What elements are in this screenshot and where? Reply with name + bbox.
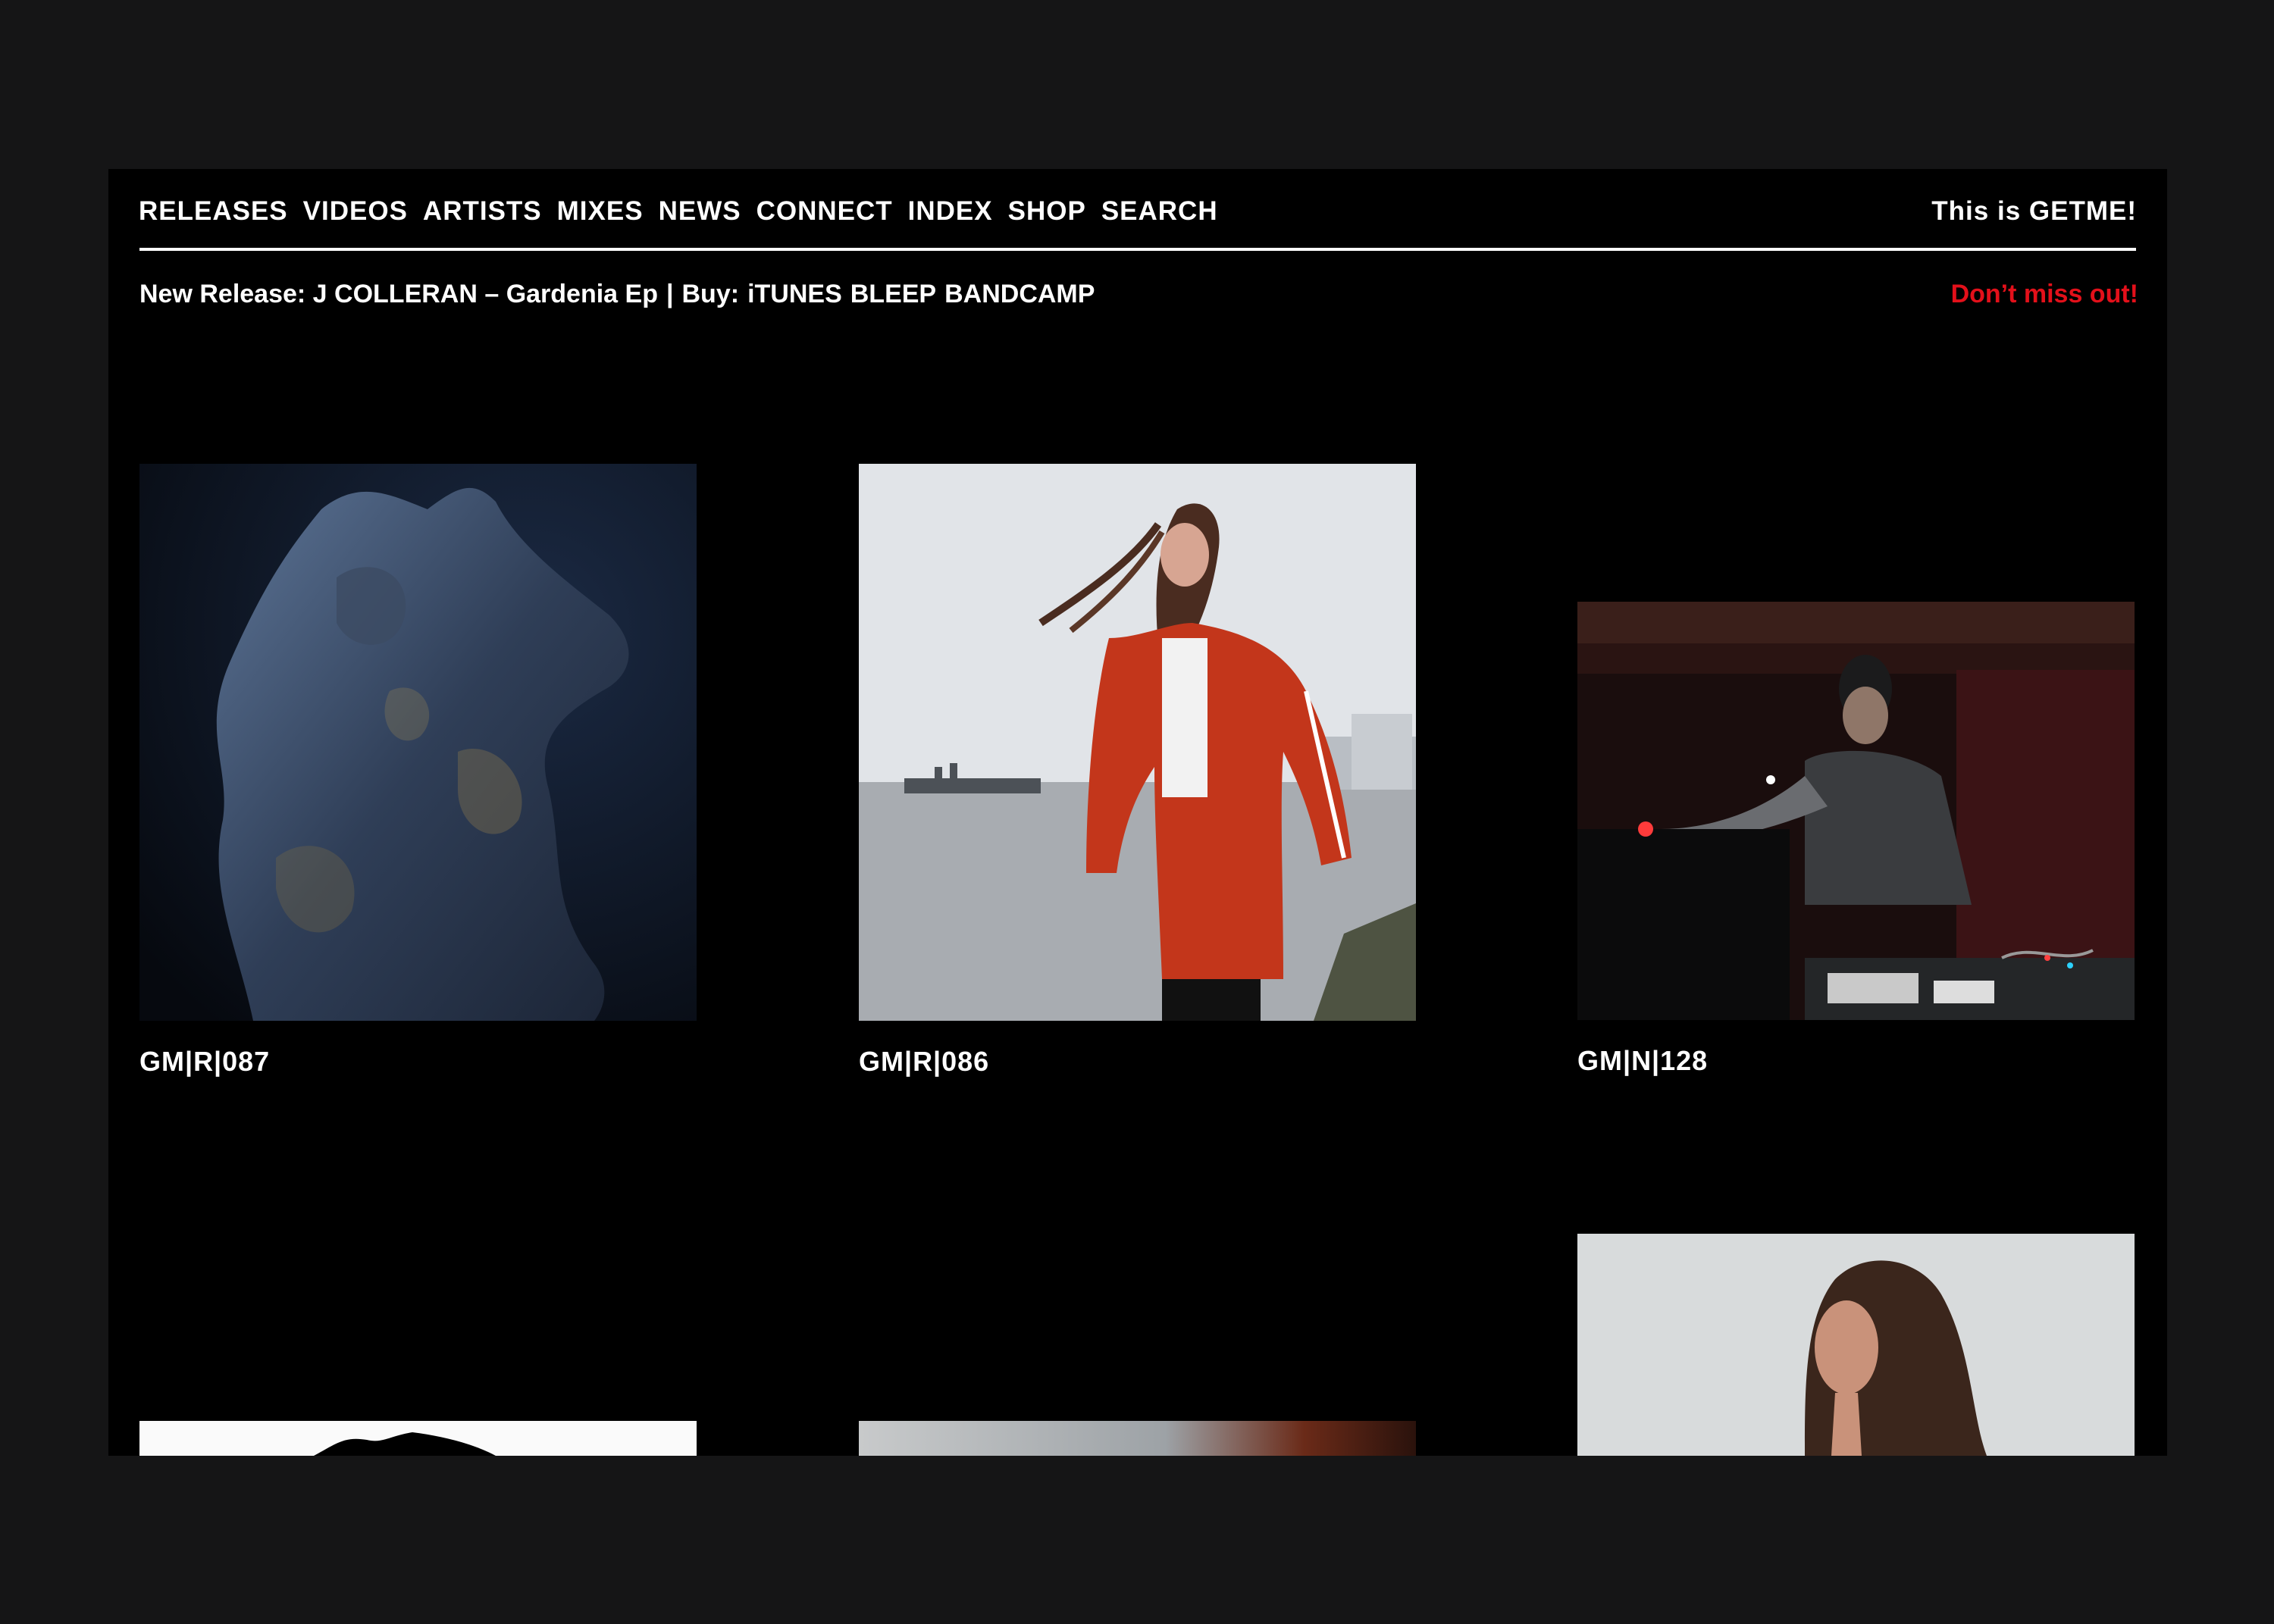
buy-link-itunes[interactable]: iTUNES xyxy=(747,280,842,309)
nav-item-artists[interactable]: ARTISTS xyxy=(423,196,542,227)
woman-red-jacket-riverside-photo[interactable] xyxy=(859,464,1416,1021)
nav-item-videos[interactable]: VIDEOS xyxy=(303,196,408,227)
site-frame: RELEASES VIDEOS ARTISTS MIXES NEWS CONNE… xyxy=(108,169,2167,1456)
announcement-bar: New Release: J COLLERAN – Gardenia Ep | … xyxy=(139,275,2138,313)
release-code[interactable]: GM|N|128 xyxy=(1577,1045,2135,1077)
nav-item-shop[interactable]: SHOP xyxy=(1008,196,1086,227)
grid-card[interactable] xyxy=(1577,1234,2135,1456)
buy-link-bleep[interactable]: BLEEP xyxy=(850,280,936,309)
release-announcement: New Release: J COLLERAN – Gardenia Ep | … xyxy=(139,280,1095,309)
nav-menu: RELEASES VIDEOS ARTISTS MIXES NEWS CONNE… xyxy=(139,196,1218,227)
woman-portrait-photo[interactable] xyxy=(1577,1234,2135,1456)
buy-link-bandcamp[interactable]: BANDCAMP xyxy=(944,280,1095,309)
nav-item-news[interactable]: NEWS xyxy=(659,196,741,227)
site-tagline: This is GETME! xyxy=(1931,196,2137,226)
artist-performing-live-photo[interactable] xyxy=(1577,602,2135,1020)
grid-card[interactable] xyxy=(859,1421,1416,1456)
nav-item-search[interactable]: SEARCH xyxy=(1101,196,1218,227)
release-code[interactable]: GM|R|087 xyxy=(139,1046,697,1078)
buy-label: Buy: xyxy=(681,279,740,308)
grid-card[interactable]: GM|N|128 xyxy=(1577,602,2135,1077)
nav-item-connect[interactable]: CONNECT xyxy=(756,196,893,227)
announcement-separator: | xyxy=(666,279,674,308)
blurred-photo[interactable] xyxy=(859,1421,1416,1456)
dark-sculpture-photo[interactable] xyxy=(139,464,697,1021)
black-white-artwork-photo[interactable] xyxy=(139,1421,697,1456)
nav-item-mixes[interactable]: MIXES xyxy=(557,196,644,227)
grid-card[interactable] xyxy=(139,1421,697,1456)
header-divider xyxy=(139,248,2136,251)
release-link[interactable]: New Release: J COLLERAN – Gardenia Ep xyxy=(139,280,658,309)
nav-item-releases[interactable]: RELEASES xyxy=(139,196,288,227)
top-navigation: RELEASES VIDEOS ARTISTS MIXES NEWS CONNE… xyxy=(139,189,2137,234)
grid-card[interactable]: GM|R|086 xyxy=(859,464,1416,1078)
nav-item-index[interactable]: INDEX xyxy=(908,196,993,227)
release-code[interactable]: GM|R|086 xyxy=(859,1046,1416,1078)
dont-miss-out-link[interactable]: Don’t miss out! xyxy=(1951,280,2138,309)
grid-card[interactable]: GM|R|087 xyxy=(139,464,697,1078)
